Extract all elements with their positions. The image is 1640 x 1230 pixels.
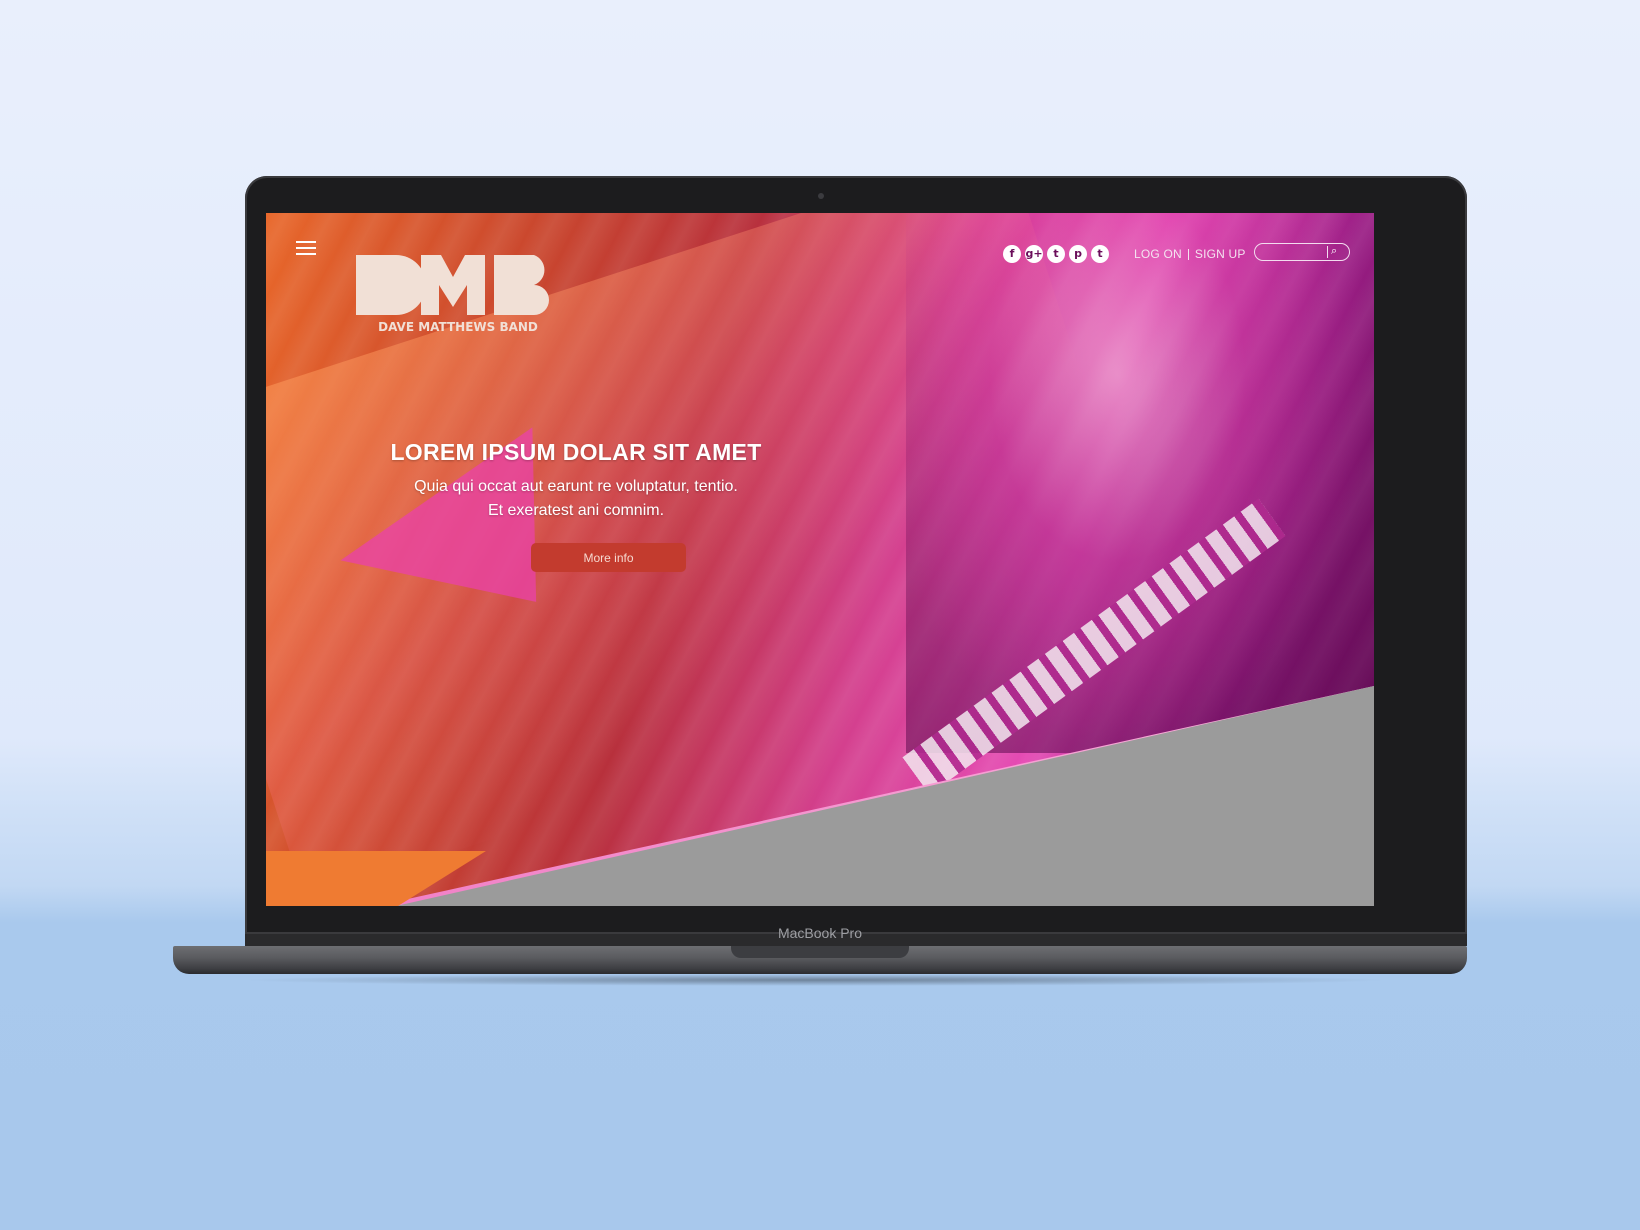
laptop-notch: [731, 946, 909, 958]
twitter-icon[interactable]: t: [1091, 245, 1109, 263]
pinterest-icon[interactable]: p: [1069, 245, 1087, 263]
band-logo[interactable]: DAVE MATTHEWS BAND: [346, 235, 576, 335]
camera: [818, 193, 824, 199]
singer-photo: [906, 213, 1374, 753]
login-link[interactable]: LOG ON: [1134, 247, 1182, 261]
more-info-button[interactable]: More info: [531, 543, 686, 572]
website-screen: DAVE MATTHEWS BAND f g+ t p t LOG ON SIG…: [266, 213, 1374, 906]
hamburger-icon[interactable]: [296, 241, 316, 255]
google-plus-icon[interactable]: g+: [1025, 245, 1043, 263]
search-icon[interactable]: ⌕: [1331, 244, 1337, 258]
tumblr-icon[interactable]: t: [1047, 245, 1065, 263]
social-links: f g+ t p t: [1003, 245, 1109, 263]
hero-headline: LOREM IPSUM DOLAR SIT AMET: [390, 439, 762, 465]
search-divider: [1327, 246, 1328, 258]
facebook-icon[interactable]: f: [1003, 245, 1021, 263]
auth-divider: [1187, 248, 1189, 260]
laptop-shadow: [240, 974, 1390, 986]
signup-link[interactable]: SIGN UP: [1195, 247, 1246, 261]
hero-subtext-line2: Et exeratest ani comnim.: [487, 502, 665, 519]
hero-subtext-line1: Quia qui occat aut earunt re voluptatur,…: [414, 478, 738, 495]
device-brand-label: MacBook Pro: [777, 925, 863, 941]
hero-subtext: Quia qui occat aut earunt re voluptatur,…: [366, 475, 786, 523]
search-box: ⌕: [1254, 243, 1350, 261]
search-input[interactable]: [1261, 245, 1329, 261]
auth-links: LOG ON SIGN UP: [1134, 247, 1246, 261]
band-name: DAVE MATTHEWS BAND: [378, 320, 538, 334]
